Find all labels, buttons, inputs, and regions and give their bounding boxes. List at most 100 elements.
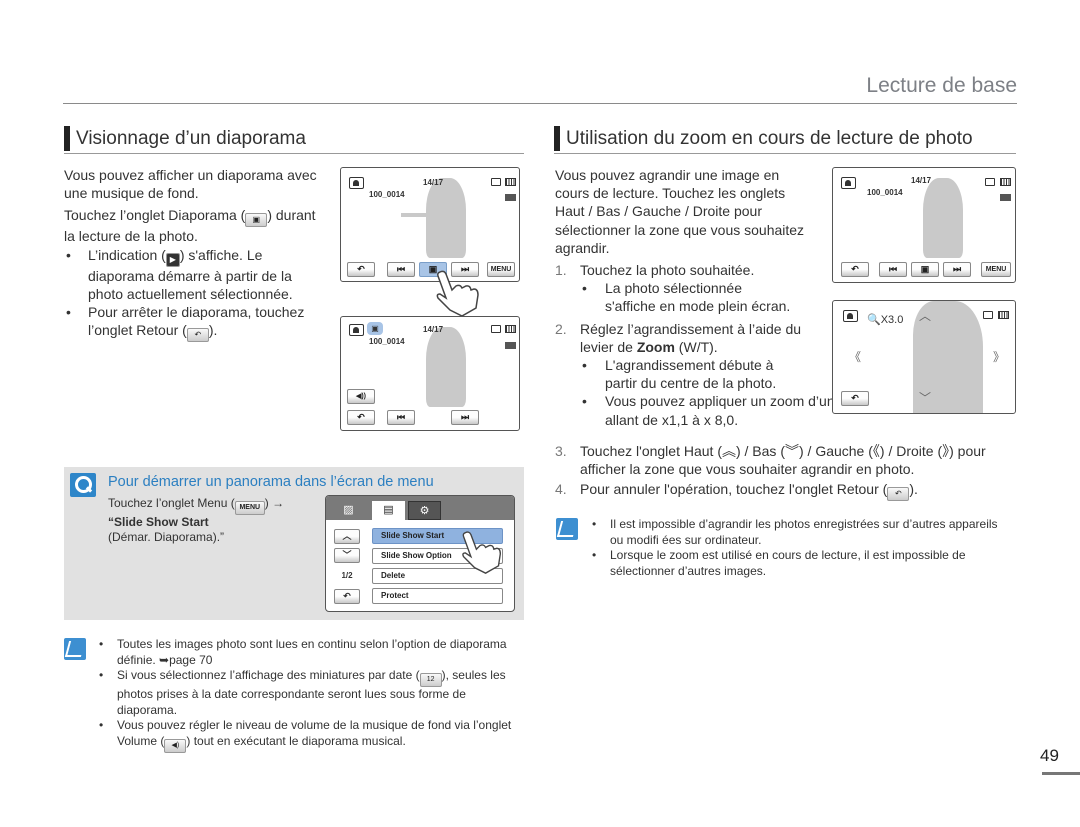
volume-button[interactable]: ◀)) [347, 389, 375, 404]
memory-card-icon [491, 325, 501, 333]
note-item: Toutes les images photo sont lues en con… [97, 637, 517, 668]
note-item: Lorsque le zoom est utilisé en cours de … [590, 548, 1010, 579]
menu-item-protect[interactable]: Protect [372, 588, 503, 604]
photo-silhouette [923, 178, 963, 258]
back-tab-icon: ↶ [887, 487, 910, 502]
hand-pointer-icon [462, 531, 502, 574]
step-4: 4. Pour annuler l'opération, touchez l'on… [555, 480, 1015, 502]
battery-icon [505, 178, 516, 186]
photo-mode-icon [841, 177, 856, 189]
step-2-sub: L'agrandissement débute à partir du cent… [555, 356, 805, 392]
previous-button[interactable]: ⏮ [387, 410, 415, 425]
previous-button[interactable]: ⏮ [879, 262, 907, 277]
tab-playback-menu[interactable]: ▤ [372, 501, 405, 520]
title-bar-marker [554, 126, 560, 151]
scroll-down-button[interactable]: ﹀ [334, 548, 360, 563]
zoom-left-button[interactable]: 《 [849, 348, 861, 365]
step-3: 3. Touchez l'onglet Haut (︽) / Bas (︾) / … [555, 443, 986, 478]
next-button[interactable]: ⏭ [451, 410, 479, 425]
zoom-down-button[interactable]: ﹀ [919, 389, 931, 406]
section-title-zoom: Utilisation du zoom en cours de lecture … [554, 126, 1016, 154]
battery-icon [998, 311, 1009, 319]
back-button[interactable]: ↶ [334, 589, 360, 604]
camera-screen-playback: 14/17 100_0014 ↶ ⏮ ▣ ⏭ MENU [832, 167, 1016, 283]
page-number: 49 [1040, 746, 1059, 765]
file-name: 100_0014 [867, 188, 903, 197]
previous-button[interactable]: ⏮ [387, 262, 415, 277]
step-1: 1. Touchez la photo souhaitée. [555, 262, 755, 279]
menu-button[interactable]: MENU [487, 262, 515, 277]
menu-tab-icon: MENU [234, 501, 265, 515]
resolution-icon [505, 342, 516, 349]
tip-title: Pour démarrer un panorama dans l’écran d… [108, 474, 434, 490]
note-item: Vous pouvez régler le niveau de volume d… [97, 718, 517, 753]
header-divider [63, 103, 1017, 104]
intro-text: Vous pouvez agrandir une image en cours … [555, 167, 805, 256]
section-title-text: Visionnage d’un diaporama [76, 127, 306, 149]
camera-screen-zoomed: 🔍X3.0 ︿ ﹀ 《 》 ↶ [832, 300, 1016, 414]
slideshow-indicator-icon: ▣ [367, 322, 383, 335]
back-button[interactable]: ↶ [841, 391, 869, 406]
bullet-item: Pour arrêter le diaporama, touchez l’ong… [64, 303, 324, 343]
section-title-text: Utilisation du zoom en cours de lecture … [566, 127, 973, 149]
back-tab-icon: ↶ [186, 328, 209, 343]
title-bar-marker [64, 126, 70, 151]
zoom-level: 🔍X3.0 [867, 314, 904, 326]
note-icon [64, 638, 86, 660]
photo-silhouette [401, 213, 441, 217]
slideshow-button[interactable]: ▣ [911, 262, 939, 277]
tab-photo[interactable]: ▨ [332, 501, 365, 520]
slideshow-instructions: Vous pouvez afficher un diaporama avec u… [64, 166, 324, 343]
step-text: Touchez l’onglet Diaporama (▣) durant la… [64, 207, 316, 245]
date-view-icon: 12 [419, 673, 442, 687]
slideshow-tab-icon: ▣ [245, 213, 268, 228]
photo-silhouette [426, 327, 466, 407]
slideshow-notes: Toutes les images photo sont lues en con… [97, 637, 517, 753]
note-item: Il est impossible d’agrandir les photos … [590, 517, 1010, 548]
menu-button[interactable]: MENU [981, 262, 1011, 277]
memory-card-icon [985, 178, 995, 186]
page-indicator: 1/2 [341, 571, 353, 580]
file-name: 100_0014 [369, 190, 405, 199]
photo-silhouette [426, 178, 466, 258]
slideshow-indicator-icon: ▶ [165, 252, 180, 267]
zoom-right-button[interactable]: 》 [993, 348, 1005, 365]
magnifier-icon [70, 473, 96, 497]
photo-mode-icon [843, 310, 858, 322]
intro-text: Vous pouvez afficher un diaporama avec u… [64, 167, 317, 202]
tip-text: Touchez l’onglet Menu (MENU) → “Slide Sh… [108, 496, 285, 544]
step-2: 2. Réglez l’agrandissement à l’aide du le… [555, 320, 802, 355]
zoom-notes: Il est impossible d’agrandir les photos … [590, 517, 1010, 579]
back-button[interactable]: ↶ [347, 410, 375, 425]
camera-screen-playback: 14/17 100_0014 ↶ ⏮ ▣ ⏭ MENU [340, 167, 520, 282]
volume-tab-icon: ◀) [164, 738, 187, 753]
note-item: Si vous sélectionnez l’affichage des min… [97, 668, 517, 718]
photo-counter: 14/17 [911, 176, 932, 185]
battery-icon [1000, 178, 1011, 186]
scroll-up-button[interactable]: ︿ [334, 529, 360, 544]
camera-screen-slideshow: ▣ 14/17 100_0014 ◀)) ↶ ⏮ ⏭ [340, 316, 520, 431]
bullet-item: L’indication (▶) s'affiche. Le diaporama… [64, 246, 324, 303]
menu-tabs: ▨ ▤ ⚙ [326, 496, 514, 520]
photo-counter: 14/17 [423, 325, 444, 334]
note-icon [556, 518, 578, 540]
section-title-slideshow: Visionnage d’un diaporama [64, 126, 524, 154]
hand-pointer-icon [436, 270, 479, 317]
battery-icon [505, 325, 516, 333]
photo-mode-icon [349, 324, 364, 336]
back-button[interactable]: ↶ [841, 262, 869, 277]
file-name: 100_0014 [369, 337, 405, 346]
zoom-steps: 3. Touchez l'onglet Haut (︽) / Bas (︾) / … [555, 442, 1015, 502]
zoom-intro: Vous pouvez agrandir une image en cours … [555, 166, 909, 429]
page-header-title: Lecture de base [866, 74, 1017, 97]
resolution-icon [1000, 194, 1011, 201]
step-1-sub: La photo sélectionnée s'affiche en mode … [555, 279, 795, 315]
tab-settings[interactable]: ⚙ [408, 501, 441, 520]
resolution-icon [505, 194, 516, 201]
next-button[interactable]: ⏭ [943, 262, 971, 277]
page-number-rule [1042, 772, 1080, 775]
memory-card-icon [983, 311, 993, 319]
zoom-up-button[interactable]: ︿ [919, 307, 931, 324]
memory-card-icon [491, 178, 501, 186]
back-button[interactable]: ↶ [347, 262, 375, 277]
